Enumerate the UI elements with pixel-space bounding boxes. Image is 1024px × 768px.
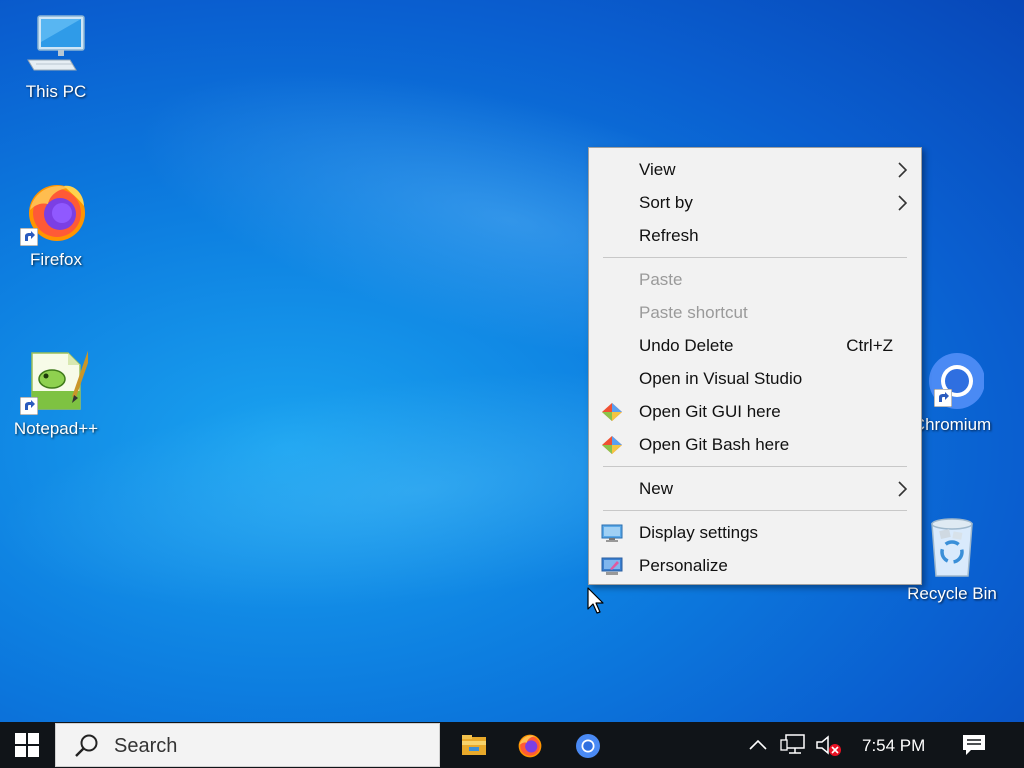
- chromium-icon: [920, 345, 985, 409]
- menu-item-label: Open Git Bash here: [639, 435, 790, 454]
- desktop[interactable]: This PC Firefox Notepad++ Chromium Recyc…: [0, 0, 1024, 722]
- menu-item-label: New: [639, 479, 674, 498]
- menu-item-paste: Paste: [589, 263, 921, 296]
- mouse-cursor-icon: [587, 587, 604, 614]
- menu-item-label: Paste: [639, 270, 683, 289]
- desktop-icon-this-pc[interactable]: This PC: [1, 12, 111, 102]
- git-gui-icon: [602, 403, 622, 421]
- menu-item-sort-by[interactable]: Sort by: [589, 186, 921, 219]
- start-button[interactable]: [0, 722, 54, 768]
- this-pc-icon: [24, 12, 88, 76]
- menu-item-label: Personalize: [639, 556, 728, 575]
- desktop-icon-notepadpp[interactable]: Notepad++: [1, 349, 111, 439]
- recycle-bin-icon: [920, 514, 984, 578]
- desktop-icon-label: Notepad++: [13, 419, 99, 438]
- menu-item-open-git-gui[interactable]: Open Git GUI here: [589, 395, 921, 428]
- volume-tray-button[interactable]: [812, 722, 846, 768]
- taskbar: Search 7:54 PM: [0, 722, 1024, 768]
- taskbar-clock[interactable]: 7:54 PM: [862, 736, 925, 756]
- menu-item-new[interactable]: New: [589, 472, 921, 505]
- taskbar-search-box[interactable]: Search: [55, 723, 440, 767]
- file-explorer-icon: [462, 735, 486, 755]
- menu-item-paste-shortcut: Paste shortcut: [589, 296, 921, 329]
- menu-item-label: Undo Delete: [639, 336, 734, 355]
- keyboard-shortcut: Ctrl+Z: [846, 336, 893, 355]
- desktop-icon-label: Firefox: [30, 250, 82, 269]
- chromium-icon: [576, 734, 600, 758]
- desktop-icon-label: This PC: [25, 82, 87, 101]
- chevron-right-icon: [898, 195, 907, 211]
- taskbar-firefox[interactable]: [502, 722, 556, 768]
- git-bash-icon: [602, 436, 622, 454]
- personalize-icon: [601, 557, 623, 575]
- notepadpp-icon: [20, 349, 92, 415]
- menu-item-label: Open Git GUI here: [639, 402, 781, 421]
- desktop-icon-label: Recycle Bin: [907, 584, 997, 603]
- action-center-button[interactable]: [950, 722, 998, 768]
- volume-muted-icon: [816, 735, 841, 756]
- firefox-icon: [20, 180, 88, 246]
- menu-item-open-in-visual-studio[interactable]: Open in Visual Studio: [589, 362, 921, 395]
- menu-item-open-git-bash[interactable]: Open Git Bash here: [589, 428, 921, 461]
- menu-separator: [603, 510, 907, 511]
- search-placeholder: Search: [114, 735, 178, 757]
- menu-item-label: Display settings: [639, 523, 759, 542]
- notification-icon: [963, 735, 985, 755]
- chevron-up-icon: [749, 739, 767, 750]
- network-icon: [780, 734, 805, 754]
- desktop-icon-firefox[interactable]: Firefox: [1, 180, 111, 270]
- menu-item-view[interactable]: View: [589, 153, 921, 186]
- network-tray-button[interactable]: [776, 722, 810, 768]
- menu-item-label: View: [639, 160, 676, 179]
- menu-item-undo-delete[interactable]: Undo Delete Ctrl+Z: [589, 329, 921, 362]
- menu-item-display-settings[interactable]: Display settings: [589, 516, 921, 549]
- display-settings-icon: [601, 524, 623, 542]
- firefox-icon: [518, 734, 542, 758]
- shortcut-arrow-icon: [20, 397, 38, 415]
- chevron-right-icon: [898, 481, 907, 497]
- menu-item-label: Refresh: [639, 226, 699, 245]
- windows-logo-icon: [15, 733, 39, 757]
- show-hidden-icons-button[interactable]: [744, 722, 772, 768]
- search-icon: [75, 734, 98, 757]
- menu-item-personalize[interactable]: Personalize: [589, 549, 921, 582]
- shortcut-arrow-icon: [20, 228, 38, 246]
- menu-item-label: Sort by: [639, 193, 693, 212]
- desktop-context-menu: View Sort by Refresh Paste Paste shortcu…: [588, 147, 922, 585]
- taskbar-file-explorer[interactable]: [446, 722, 500, 768]
- taskbar-chromium[interactable]: [560, 722, 614, 768]
- menu-separator: [603, 466, 907, 467]
- chevron-right-icon: [898, 162, 907, 178]
- menu-item-label: Paste shortcut: [639, 303, 748, 322]
- menu-item-refresh[interactable]: Refresh: [589, 219, 921, 252]
- menu-item-label: Open in Visual Studio: [639, 369, 803, 388]
- menu-separator: [603, 257, 907, 258]
- shortcut-arrow-icon: [934, 389, 952, 407]
- show-desktop-button[interactable]: [1016, 722, 1024, 768]
